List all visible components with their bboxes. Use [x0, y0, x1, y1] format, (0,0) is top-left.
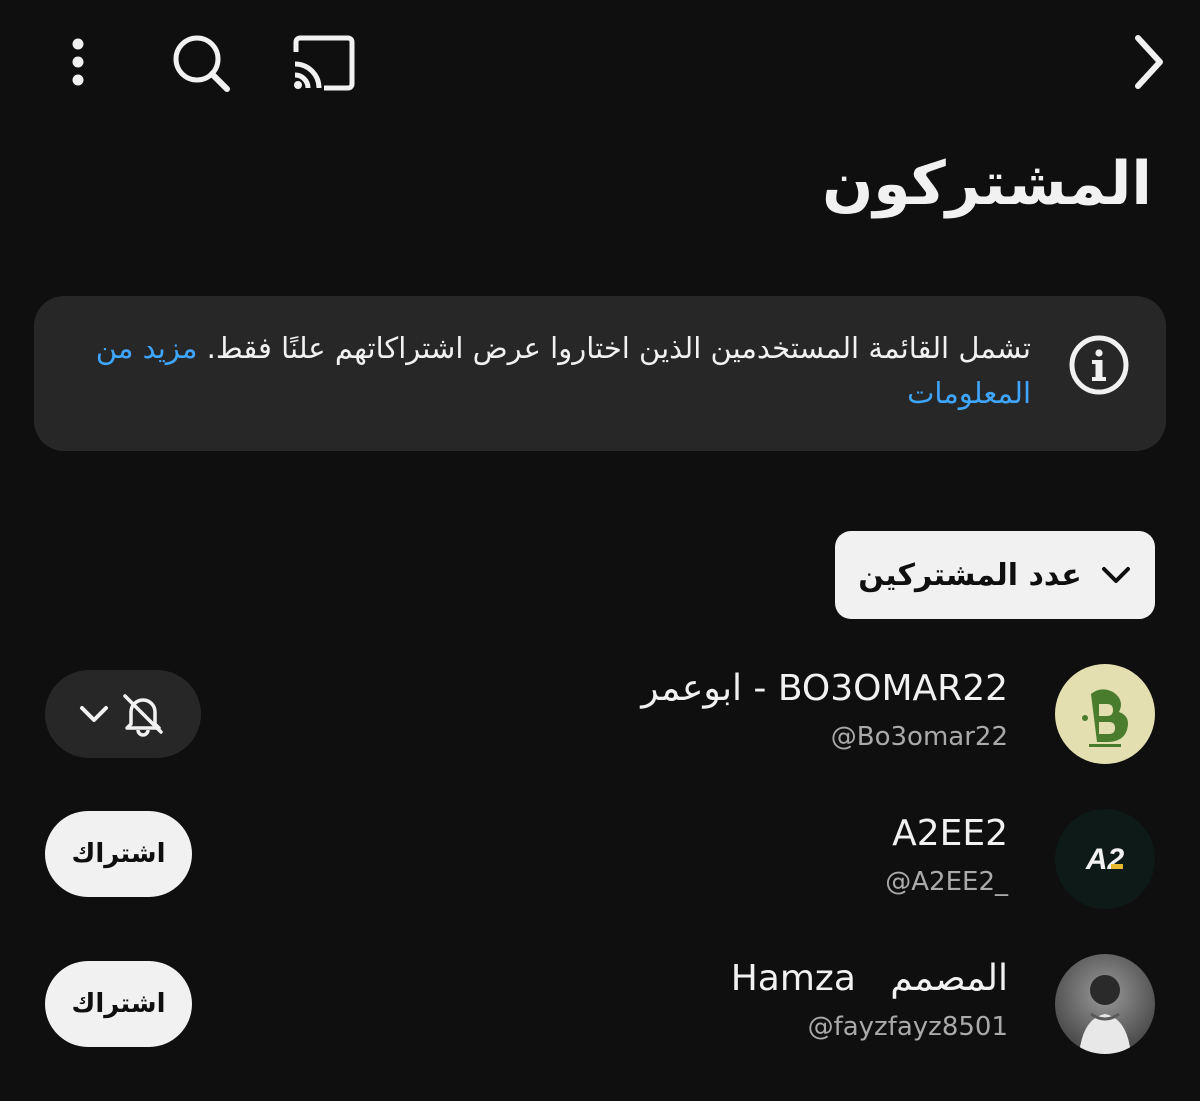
sort-dropdown[interactable]: عدد المشتركين [835, 531, 1155, 619]
avatar-text: A2 [1085, 843, 1125, 876]
subscriber-handle: @A2EE2_ [885, 867, 1008, 897]
subscriber-row[interactable]: ابوعمر - BO3OMAR22 @Bo3omar22 [0, 664, 1200, 774]
subscribe-button[interactable]: اشتراك [45, 961, 192, 1047]
subscriber-handle: @fayzfayz8501 [807, 1012, 1008, 1042]
subscriber-name[interactable]: ابوعمر - BO3OMAR22 [641, 668, 1008, 709]
back-button[interactable] [1120, 30, 1176, 94]
subscriber-handle: @Bo3omar22 [830, 722, 1008, 752]
chevron-down-icon [80, 706, 108, 722]
chevron-down-icon [1101, 567, 1130, 583]
notification-settings-button[interactable] [45, 670, 201, 758]
search-icon [173, 35, 230, 92]
info-text: تشمل القائمة المستخدمين الذين اختاروا عر… [71, 326, 1031, 416]
info-banner: تشمل القائمة المستخدمين الذين اختاروا عر… [34, 296, 1166, 451]
subscribe-button[interactable]: اشتراك [45, 811, 192, 897]
info-icon [1069, 335, 1129, 395]
avatar[interactable] [1055, 954, 1155, 1054]
top-app-bar [0, 0, 1200, 124]
search-button[interactable] [168, 30, 234, 96]
cast-icon [293, 35, 355, 91]
cast-button[interactable] [288, 32, 358, 94]
more-vert-icon [72, 38, 84, 86]
info-message: تشمل القائمة المستخدمين الذين اختاروا عر… [206, 331, 1031, 365]
more-options-button[interactable] [58, 34, 98, 90]
avatar[interactable]: A2 [1055, 809, 1155, 909]
bell-off-icon [123, 694, 163, 737]
avatar[interactable] [1055, 664, 1155, 764]
sort-label: عدد المشتركين [858, 557, 1082, 593]
chevron-right-icon [1135, 35, 1163, 89]
subscriber-row[interactable]: المصمم Hamza @fayzfayz8501 اشتراك [0, 954, 1200, 1064]
subscriber-row[interactable]: A2 A2EE2 @A2EE2_ اشتراك [0, 809, 1200, 919]
page-title: المشتركون [822, 149, 1152, 219]
subscriber-name[interactable]: A2EE2 [892, 813, 1008, 854]
subscriber-name[interactable]: المصمم Hamza [731, 958, 1008, 999]
